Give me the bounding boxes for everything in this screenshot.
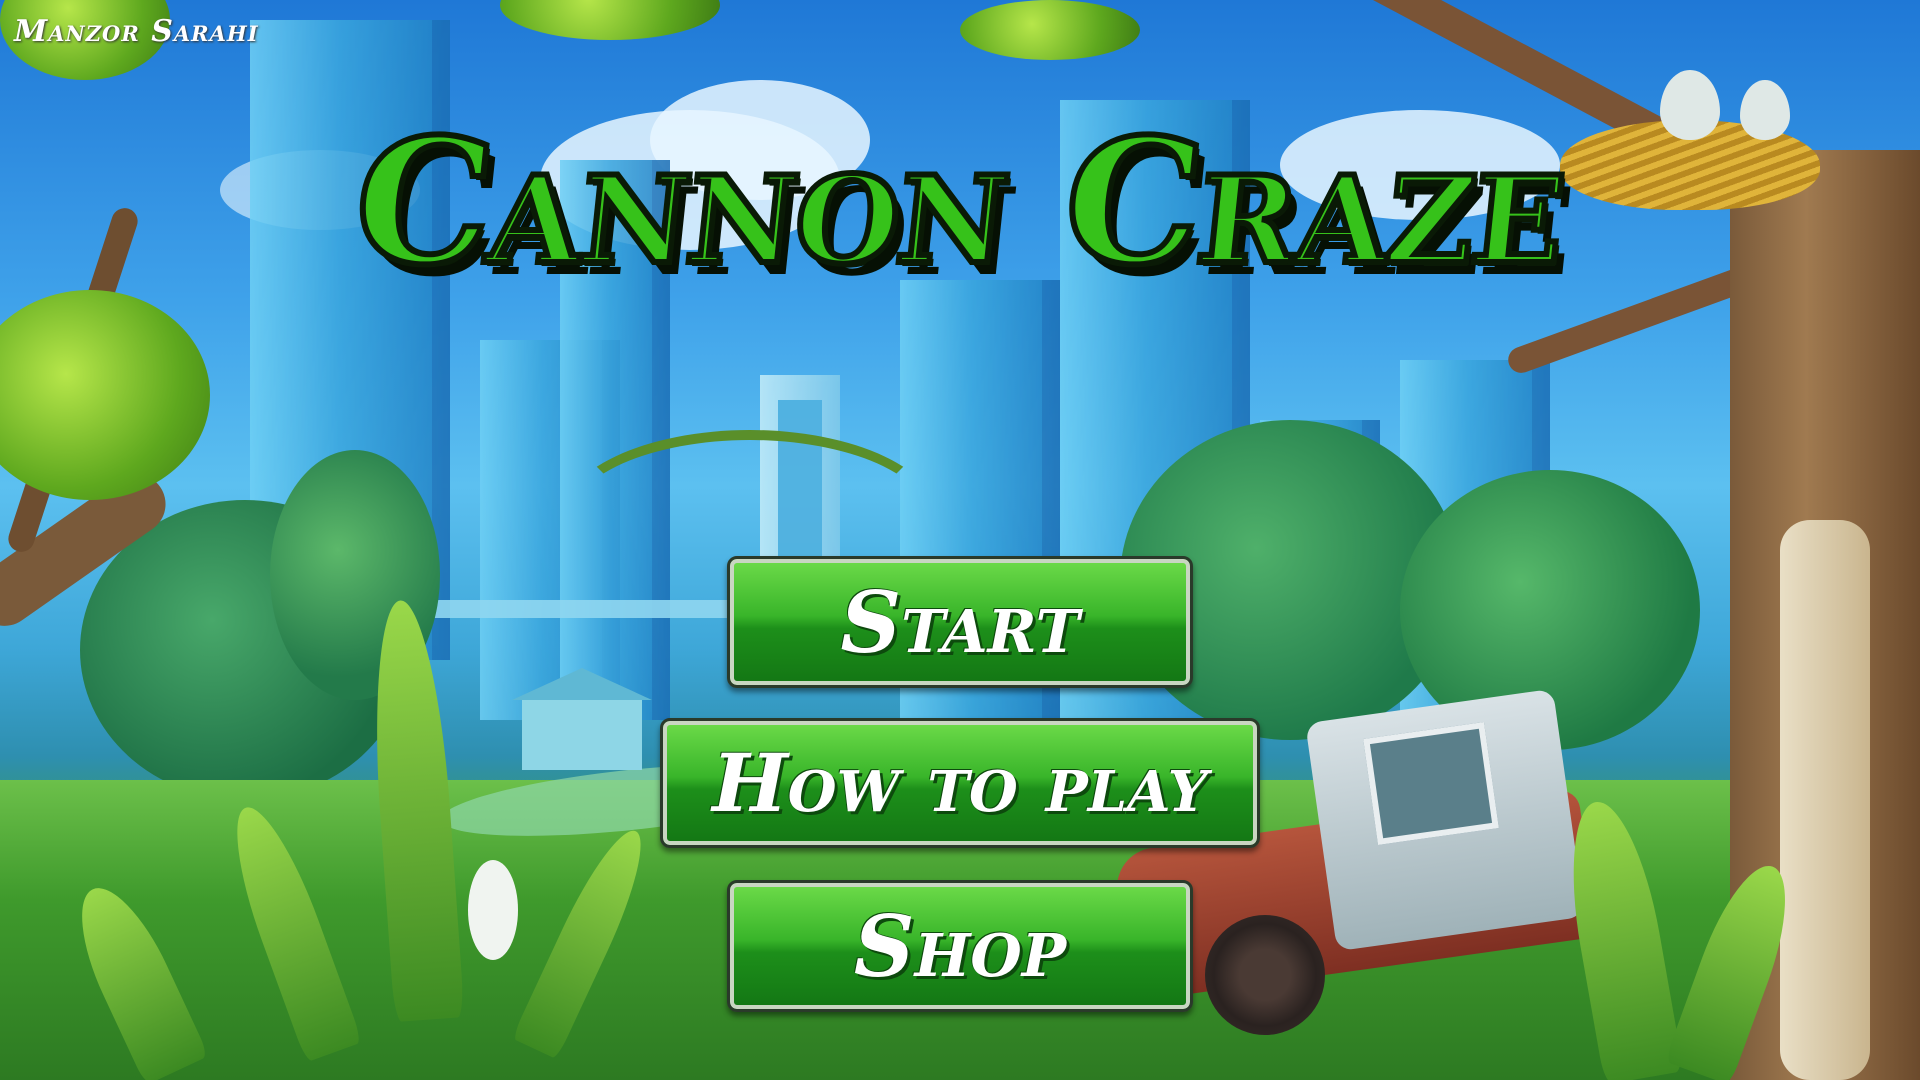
rusty-truck-wheel xyxy=(1205,915,1325,1035)
shop-button[interactable]: Shop xyxy=(727,880,1193,1012)
creator-watermark: Manzor Sarahi xyxy=(14,14,259,49)
shop-button-label: Shop xyxy=(853,896,1067,996)
main-menu-screen: Manzor Sarahi Cannon Craze Start How to … xyxy=(0,0,1920,1080)
white-flower xyxy=(468,860,518,960)
how-to-play-button[interactable]: How to play xyxy=(660,718,1260,848)
leaf-cluster xyxy=(960,0,1140,60)
distant-house xyxy=(512,668,652,770)
start-button[interactable]: Start xyxy=(727,556,1193,688)
start-button-label: Start xyxy=(840,572,1080,672)
rusty-truck-window xyxy=(1363,722,1499,845)
how-to-play-button-label: How to play xyxy=(712,736,1208,830)
game-title: Cannon Craze xyxy=(342,97,1578,306)
tree-trunk-highlight xyxy=(1780,520,1870,1080)
